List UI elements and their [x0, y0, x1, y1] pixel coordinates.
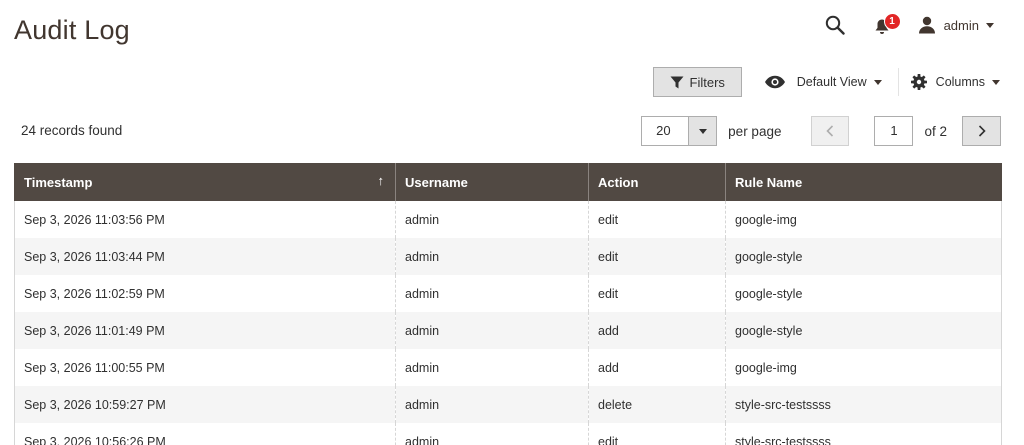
table-row[interactable]: Sep 3, 2026 11:00:55 PM admin add google… — [14, 349, 1002, 386]
search-icon — [825, 15, 845, 35]
table-row[interactable]: Sep 3, 2026 11:03:56 PM admin edit googl… — [14, 201, 1002, 238]
column-header-username[interactable]: Username — [395, 163, 589, 201]
admin-account-menu[interactable]: admin — [918, 16, 994, 34]
cell-rule-name: google-style — [725, 275, 1002, 312]
cell-username: admin — [395, 275, 589, 312]
per-page-toggle[interactable] — [688, 117, 717, 145]
default-view-dropdown[interactable]: Default View — [764, 75, 898, 89]
total-pages-label: of 2 — [924, 123, 947, 139]
cell-action: edit — [588, 423, 726, 445]
default-view-label: Default View — [796, 75, 867, 89]
header-actions: 1 admin — [822, 12, 994, 38]
table-row[interactable]: Sep 3, 2026 10:59:27 PM admin delete sty… — [14, 386, 1002, 423]
chevron-down-icon — [992, 79, 1000, 85]
cell-timestamp: Sep 3, 2026 11:02:59 PM — [14, 275, 396, 312]
table-row[interactable]: Sep 3, 2026 11:01:49 PM admin add google… — [14, 312, 1002, 349]
cell-username: admin — [395, 423, 589, 445]
records-count: 24 records found — [21, 123, 123, 138]
cell-action: add — [588, 312, 726, 349]
cell-action: edit — [588, 275, 726, 312]
notifications-button[interactable]: 1 — [872, 12, 901, 38]
columns-label: Columns — [935, 75, 985, 89]
column-header-timestamp[interactable]: Timestamp ↑ — [14, 163, 396, 201]
eye-icon — [764, 75, 785, 89]
chevron-down-icon — [986, 22, 994, 28]
chevron-right-icon — [978, 125, 986, 137]
per-page-select[interactable]: 20 — [641, 116, 718, 146]
cell-rule-name: google-style — [725, 312, 1002, 349]
cell-rule-name: google-img — [725, 201, 1002, 238]
cell-timestamp: Sep 3, 2026 11:01:49 PM — [14, 312, 396, 349]
cell-timestamp: Sep 3, 2026 11:00:55 PM — [14, 349, 396, 386]
cell-timestamp: Sep 3, 2026 10:59:27 PM — [14, 386, 396, 423]
notifications-badge: 1 — [883, 13, 901, 30]
cell-action: edit — [588, 238, 726, 275]
table-row[interactable]: Sep 3, 2026 11:02:59 PM admin edit googl… — [14, 275, 1002, 312]
cell-action: add — [588, 349, 726, 386]
cell-timestamp: Sep 3, 2026 11:03:44 PM — [14, 238, 396, 275]
cell-rule-name: google-img — [725, 349, 1002, 386]
chevron-left-icon — [826, 125, 834, 137]
table-row[interactable]: Sep 3, 2026 11:03:44 PM admin edit googl… — [14, 238, 1002, 275]
grid-header-row: Timestamp ↑ Username Action Rule Name — [14, 163, 1002, 201]
column-header-rule-name[interactable]: Rule Name — [725, 163, 1002, 201]
current-page-input[interactable]: 1 — [874, 116, 914, 146]
cell-username: admin — [395, 386, 589, 423]
cell-rule-name: style-src-testssss — [725, 386, 1002, 423]
user-icon — [918, 16, 935, 34]
audit-log-grid: Timestamp ↑ Username Action Rule Name Se… — [14, 163, 1002, 445]
audit-log-page: Audit Log 1 admin Filters Default View C… — [0, 0, 1024, 445]
grid-toolbar: Filters Default View Columns — [652, 67, 1000, 97]
cell-action: edit — [588, 201, 726, 238]
cell-username: admin — [395, 238, 589, 275]
funnel-icon — [670, 76, 684, 88]
chevron-down-icon — [698, 128, 707, 134]
cell-username: admin — [395, 312, 589, 349]
pager: 20 per page 1 of 2 — [641, 116, 1001, 146]
per-page-label: per page — [728, 123, 782, 139]
filters-label: Filters — [689, 74, 725, 90]
admin-username: admin — [943, 17, 979, 33]
search-button[interactable] — [822, 12, 848, 38]
previous-page-button[interactable] — [811, 116, 850, 146]
next-page-button[interactable] — [962, 116, 1001, 146]
toolbar-divider — [897, 68, 899, 96]
cell-username: admin — [395, 349, 589, 386]
cell-timestamp: Sep 3, 2026 11:03:56 PM — [14, 201, 396, 238]
gear-icon — [910, 74, 927, 90]
cell-rule-name: style-src-testssss — [725, 423, 1002, 445]
cell-username: admin — [395, 201, 589, 238]
cell-timestamp: Sep 3, 2026 10:56:26 PM — [14, 423, 396, 445]
sort-ascending-icon: ↑ — [377, 173, 385, 188]
chevron-down-icon — [873, 79, 882, 85]
cell-action: delete — [588, 386, 726, 423]
cell-rule-name: google-style — [725, 238, 1002, 275]
columns-dropdown[interactable]: Columns — [910, 74, 1000, 90]
per-page-value: 20 — [656, 123, 671, 138]
column-header-action[interactable]: Action — [588, 163, 726, 201]
table-row[interactable]: Sep 3, 2026 10:56:26 PM admin edit style… — [14, 423, 1002, 445]
filters-button[interactable]: Filters — [652, 67, 742, 97]
page-title: Audit Log — [14, 15, 130, 45]
